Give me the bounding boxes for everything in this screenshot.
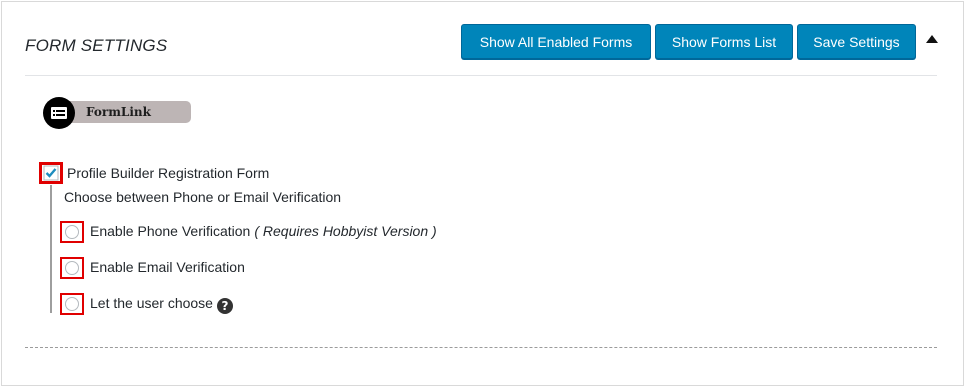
save-settings-button[interactable]: Save Settings [797,24,916,59]
email-verification-radio[interactable] [60,257,84,279]
header-divider [25,75,937,76]
phone-verification-radio[interactable] [60,221,84,243]
user-choose-text: Let the user choose [90,295,213,311]
radio-circle [65,225,79,239]
plugin-badge: FormLink [43,97,193,129]
hobbyist-note: ( Requires Hobbyist Version ) [254,223,437,239]
radio-circle [65,261,79,275]
phone-verification-text: Enable Phone Verification [90,223,251,239]
phone-verification-label: Enable Phone Verification( Requires Hobb… [90,223,437,239]
profile-builder-label: Profile Builder Registration Form [67,165,270,181]
panel-title: FORM SETTINGS [25,36,168,55]
verification-description: Choose between Phone or Email Verificati… [64,189,342,205]
question-mark-icon[interactable]: ? [216,298,233,314]
radio-circle [65,297,79,311]
form-card-icon [43,97,75,129]
show-forms-list-button[interactable]: Show Forms List [655,24,793,59]
user-choose-radio[interactable] [60,293,84,315]
form-settings-panel: FORM SETTINGS Show All Enabled Forms Sho… [1,1,964,386]
user-choose-label: Let the user choose? [90,295,233,314]
badge-label: FormLink [86,105,151,119]
email-verification-label: Enable Email Verification [90,259,245,275]
option-group-line [50,185,52,313]
profile-builder-checkbox[interactable] [39,162,63,184]
show-all-enabled-forms-button[interactable]: Show All Enabled Forms [461,24,651,59]
footer-dashed-divider [25,347,937,348]
triangle-up-icon[interactable] [924,32,940,46]
